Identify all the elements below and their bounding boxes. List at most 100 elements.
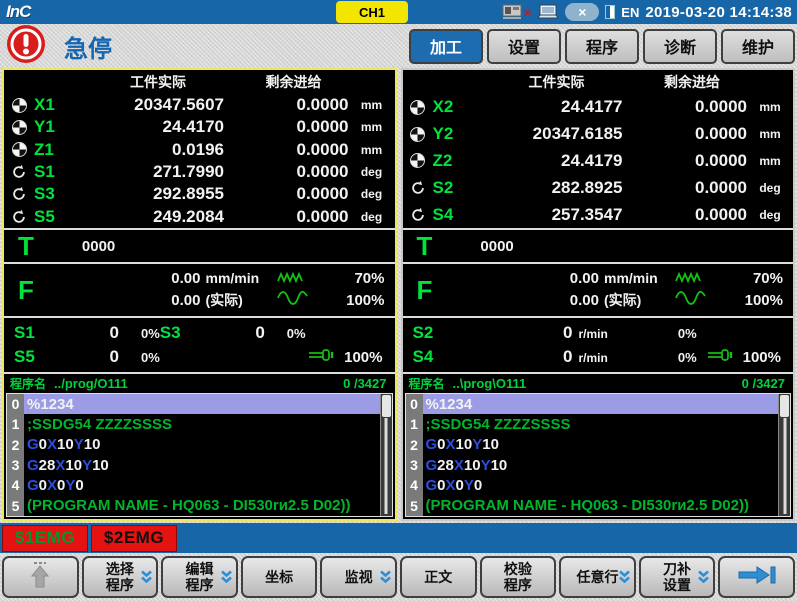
- topbar-status-area: × × EN 2019-03-20 14:14:38: [502, 3, 797, 21]
- program-line[interactable]: 0%1234: [7, 394, 380, 414]
- feed-value-line: 0.00mm/min: [149, 270, 263, 287]
- tab-设置[interactable]: 设置: [487, 29, 561, 64]
- code-segment: 10: [92, 457, 109, 474]
- feed-unit: mm/min: [599, 270, 661, 286]
- softkey-坐标[interactable]: 坐标: [241, 556, 318, 598]
- code-segment: X: [446, 436, 456, 453]
- tab-程序[interactable]: 程序: [565, 29, 639, 64]
- softkey-刀补设置[interactable]: 刀补设置: [639, 556, 716, 598]
- softkey-选择程序[interactable]: 选择程序: [82, 556, 159, 598]
- feed-wave-icon: [675, 290, 707, 311]
- softkey-label: 正文: [424, 569, 452, 585]
- next-arrow-icon: [736, 564, 778, 589]
- line-number: 2: [7, 435, 24, 455]
- softkey-up-arrow[interactable]: [2, 556, 79, 598]
- program-line[interactable]: 4G0 X0 Y0: [406, 475, 779, 495]
- axis-unit: mm: [349, 98, 395, 112]
- line-text: %1234: [423, 394, 779, 414]
- rapid-wave-icon: [675, 270, 703, 288]
- softkey-next-arrow[interactable]: [718, 556, 795, 598]
- tab-维护[interactable]: 维护: [721, 29, 795, 64]
- feed-value: 0.00: [149, 270, 201, 287]
- axis-row-Y1: Y124.41700.0000mm: [4, 116, 395, 138]
- line-text: (PROGRAM NAME - HQ063 - DI530rи2.5 D02)): [423, 496, 779, 516]
- language-indicator[interactable]: EN: [621, 5, 639, 20]
- linear-axis-glyph: [12, 142, 27, 157]
- code-segment: 28: [437, 457, 454, 474]
- main-area: 工件实际 剩余进给 X120347.56070.0000mmY124.41700…: [0, 68, 797, 521]
- code-segment: 10: [84, 436, 101, 453]
- code-segment: G: [27, 457, 39, 474]
- softkey-label: 程序: [185, 577, 213, 593]
- close-icon[interactable]: ×: [565, 3, 599, 21]
- cnc-screen: InC CH1 × × EN 2019-03-20 14:14:38: [0, 0, 797, 601]
- code-segment: 10: [482, 436, 499, 453]
- softkey-正文[interactable]: 正文: [400, 556, 477, 598]
- rotary-axis-icon: [410, 180, 426, 196]
- channel-tab[interactable]: CH1: [336, 1, 408, 23]
- rotary-axis-icon: [11, 209, 27, 225]
- program-line[interactable]: 2G0 X10 Y10: [406, 435, 779, 455]
- up-arrow-icon: [25, 560, 55, 593]
- axis-row-S2: S2282.89250.0000deg: [403, 174, 794, 201]
- code-segment: 10: [491, 457, 508, 474]
- spindle-speed: 0: [463, 347, 573, 367]
- softkey-编辑程序[interactable]: 编辑程序: [161, 556, 238, 598]
- softkey-label: 监视: [345, 569, 373, 585]
- program-listing: 0%12341;SSDG54 ZZZZSSSS2G0 X10 Y103G28 X…: [6, 393, 393, 517]
- code-segment: G: [27, 477, 39, 494]
- tool-number: 0000: [480, 238, 513, 255]
- program-line[interactable]: 5(PROGRAM NAME - HQ063 - DI530rи2.5 D02)…: [406, 496, 779, 516]
- spindle-row: S20r/min0%S40r/min0%100%: [403, 316, 794, 372]
- override-percent: 70%: [753, 270, 783, 287]
- code-segment: G: [426, 436, 438, 453]
- program-scrollbar[interactable]: [778, 394, 790, 516]
- program-line[interactable]: 0%1234: [406, 394, 779, 414]
- axis-name: S1: [34, 162, 92, 182]
- axis-table: 工件实际 剩余进给 X120347.56070.0000mmY124.41700…: [4, 70, 395, 228]
- program-line[interactable]: 1;SSDG54 ZZZZSSSS: [406, 414, 779, 434]
- code-segment: 10: [57, 436, 74, 453]
- program-header: 程序名 ..\prog\O111 0 /3427: [403, 372, 794, 393]
- program-line[interactable]: 5(PROGRAM NAME - HQ063 - DI530rи2.5 D02)…: [7, 496, 380, 516]
- axis-name: Y2: [433, 124, 491, 144]
- spindle-unit: r/min: [573, 327, 608, 341]
- line-text: ;SSDG54 ZZZZSSSS: [24, 414, 380, 434]
- axis-row-Z1: Z10.01960.0000mm: [4, 139, 395, 161]
- softkey-校验程序[interactable]: 校验程序: [480, 556, 557, 598]
- code-segment: 10: [464, 457, 481, 474]
- remain-column-header: 剩余进给: [637, 72, 747, 92]
- program-line[interactable]: 2G0 X10 Y10: [7, 435, 380, 455]
- axis-row-S3: S3292.89550.0000deg: [4, 183, 395, 205]
- axis-table-header: 工件实际 剩余进给: [4, 70, 395, 94]
- code-segment: Y: [65, 477, 75, 494]
- feed-unit: mm/min: [201, 270, 263, 286]
- axis-name: S5: [34, 207, 92, 227]
- tab-诊断[interactable]: 诊断: [643, 29, 717, 64]
- program-scrollbar[interactable]: [380, 394, 392, 516]
- code-segment: G: [27, 436, 39, 453]
- axis-name: Y1: [34, 117, 92, 137]
- scrollbar-thumb[interactable]: [382, 395, 391, 417]
- linear-axis-icon: [12, 142, 27, 157]
- program-name-label: 程序名: [10, 375, 46, 392]
- program-line[interactable]: 3G28 X10 Y10: [406, 455, 779, 475]
- tool-label: T: [18, 231, 34, 262]
- program-line[interactable]: 1;SSDG54 ZZZZSSSS: [7, 414, 380, 434]
- softkey-任意行[interactable]: 任意行: [559, 556, 636, 598]
- scrollbar-thumb[interactable]: [780, 395, 789, 417]
- tab-加工[interactable]: 加工: [409, 29, 483, 64]
- program-line[interactable]: 4G0 X0 Y0: [7, 475, 380, 495]
- axis-remain-value: 0.0000: [637, 178, 747, 198]
- spindle-speed: 0: [210, 323, 265, 343]
- line-text: (PROGRAM NAME - HQ063 - DI530rи2.5 D02)): [24, 496, 380, 516]
- line-number: 0: [7, 394, 24, 414]
- code-segment: X: [47, 436, 57, 453]
- line-number: 4: [7, 475, 24, 495]
- softkey-监视[interactable]: 监视: [320, 556, 397, 598]
- line-text: G28 X10 Y10: [24, 455, 380, 475]
- softkey-label: 选择: [106, 561, 134, 577]
- emg-badge: $1EMG: [2, 525, 88, 552]
- axis-row-Y2: Y220347.61850.0000mm: [403, 121, 794, 148]
- program-line[interactable]: 3G28 X10 Y10: [7, 455, 380, 475]
